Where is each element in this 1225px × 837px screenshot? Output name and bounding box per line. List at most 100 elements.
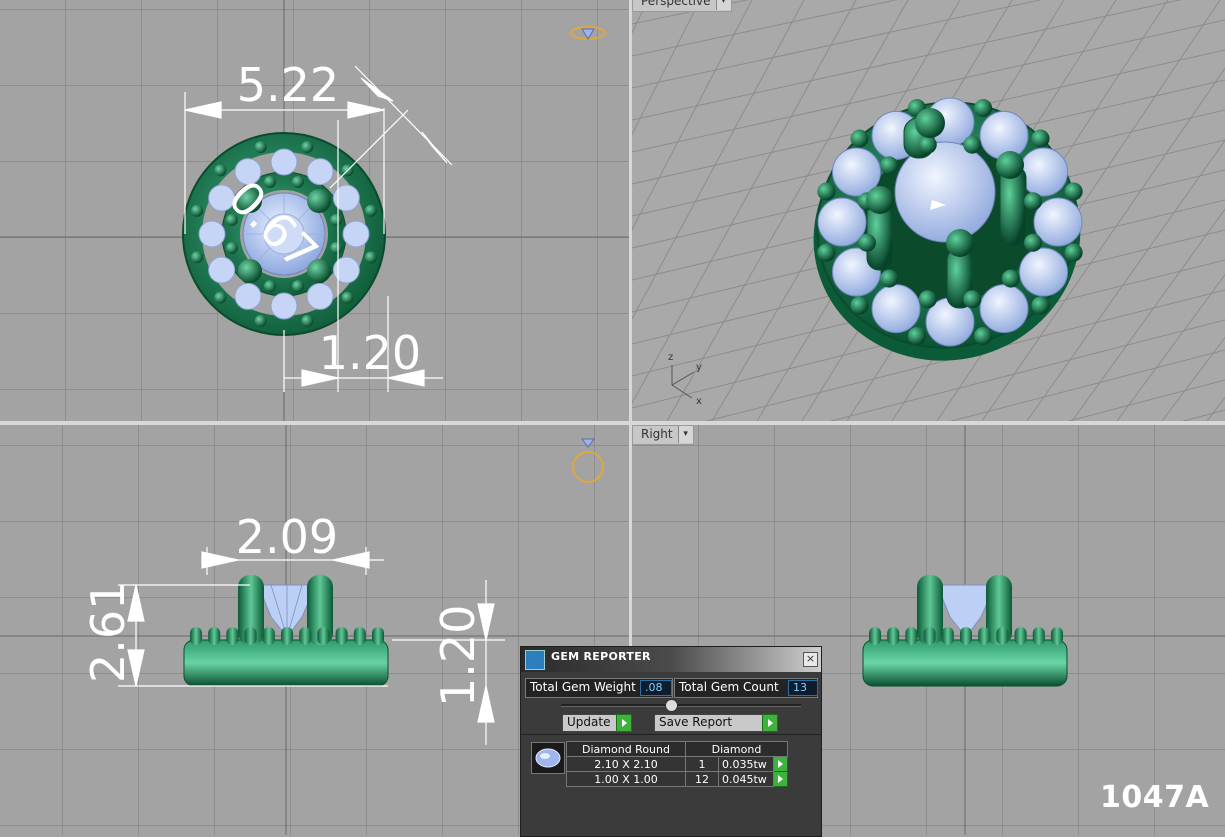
prong-ball [281,627,293,645]
prong-ball [918,135,937,154]
side-stone [208,256,236,284]
prong-ball [1064,243,1083,262]
save-report-button[interactable]: Save Report [654,714,778,732]
side-stone [817,197,867,247]
prong-ball [880,269,899,288]
top-viewport[interactable]: 5.22 0.67 1.20 [0,0,629,421]
prong-ball [963,135,982,154]
prong-ball [996,627,1009,645]
prong-ball [301,314,314,327]
center-prong-top [915,108,945,138]
prong-ball [850,296,869,315]
side-stone [270,148,298,176]
viewport-divider-horizontal[interactable] [0,421,1225,425]
grid-line [632,0,1043,89]
viewport-menu-perspective[interactable]: Perspective ▾ [632,0,732,12]
side-stone [306,158,334,186]
side-stone [1019,247,1069,297]
row-action-arrow-icon[interactable] [773,756,788,772]
prong-ball [905,627,918,645]
side-stone [306,282,334,310]
prong-ball [918,290,937,309]
side-stone [332,184,360,212]
prong-ball [214,291,227,304]
prong-ball [225,241,238,254]
gem-reporter-title: GEM REPORTER [551,650,651,663]
prong-ball [341,291,354,304]
prong-ball [1024,192,1043,211]
prong-ball [191,251,204,264]
prong-ball [880,156,899,175]
prong-ball [1064,182,1083,201]
gem-count: 1 [685,756,719,772]
prong-ball [974,326,993,345]
prong-ball [1031,296,1050,315]
side-stone [1033,197,1083,247]
prong-ball [1001,269,1020,288]
grid-line [632,0,753,231]
diamond-round-thumbnail [531,742,565,774]
prong-ball [817,182,836,201]
side-stone [1019,147,1069,197]
prong-ball [317,627,330,645]
table-row[interactable]: 1.00 X 1.00 12 0.045tw [566,771,788,787]
side-stone [270,292,298,320]
close-icon[interactable]: × [803,652,818,667]
viewport-menu-right[interactable]: Right ▾ [632,425,694,445]
perspective-viewport[interactable]: y z x Perspective ▾ [632,0,1225,421]
model-id-label: 1047A [1100,780,1210,815]
play-arrow-icon [762,714,778,732]
table-header-shape: Diamond Round [566,741,686,757]
play-arrow-icon [616,714,632,732]
gem-reporter-panel: GEM REPORTER × Total Gem Weight .08 Tota… [520,646,822,837]
side-stone [871,284,921,334]
prong-ball [254,314,267,327]
table-header-row: Diamond Round Diamond [566,741,788,757]
total-gem-count-value: 13 [788,680,818,696]
gem-count: 12 [685,771,719,787]
svg-text:y: y [696,362,702,373]
prong-ball [301,141,314,154]
dim-front-band: 1.20 [431,605,485,707]
prong-ball [978,627,991,645]
top-view-model: 5.22 0.67 1.20 [0,0,629,421]
panel-separator [521,734,821,735]
perspective-view-model: y z x [632,0,1225,421]
row-action-arrow-icon[interactable] [773,771,788,787]
prong-ball [850,129,869,148]
update-button[interactable]: Update [562,714,632,732]
prong-ball [1032,627,1045,645]
svg-text:x: x [696,396,702,407]
prong-ball [364,204,377,217]
gem-size: 1.00 X 1.00 [566,771,686,787]
prong-ball [264,280,277,293]
gem-table: Diamond Round Diamond 2.10 X 2.10 1 0.03… [566,741,788,787]
prong-ball [1051,627,1063,645]
prong-ball [299,627,312,645]
prong-ball [291,175,304,188]
chevron-down-icon: ▾ [677,426,693,443]
prong-ball [963,290,982,309]
prong-ball [291,280,304,293]
ring-front-icon [572,438,604,483]
prong-ball [1024,233,1043,252]
gem-reporter-logo-icon [525,650,545,670]
side-stone [979,284,1029,334]
panel-slider-track [561,704,801,707]
grid-line [1071,208,1225,421]
prong-ball [353,627,366,645]
total-gem-weight-value: .08 [640,680,672,696]
grid-line [632,0,649,34]
prong-ball [330,241,343,254]
prong-ball [974,99,993,118]
prong-ball [817,243,836,262]
panel-slider-handle[interactable] [665,699,678,712]
prong-ball [191,204,204,217]
prong-ball [208,627,221,645]
prong-ball [960,627,972,645]
table-row[interactable]: 2.10 X 2.10 1 0.035tw [566,756,788,772]
gem-reporter-titlebar[interactable]: GEM REPORTER × [521,647,821,672]
side-stone [198,220,226,248]
prong-ball [372,627,384,645]
gem-weight: 0.045tw [717,771,775,787]
